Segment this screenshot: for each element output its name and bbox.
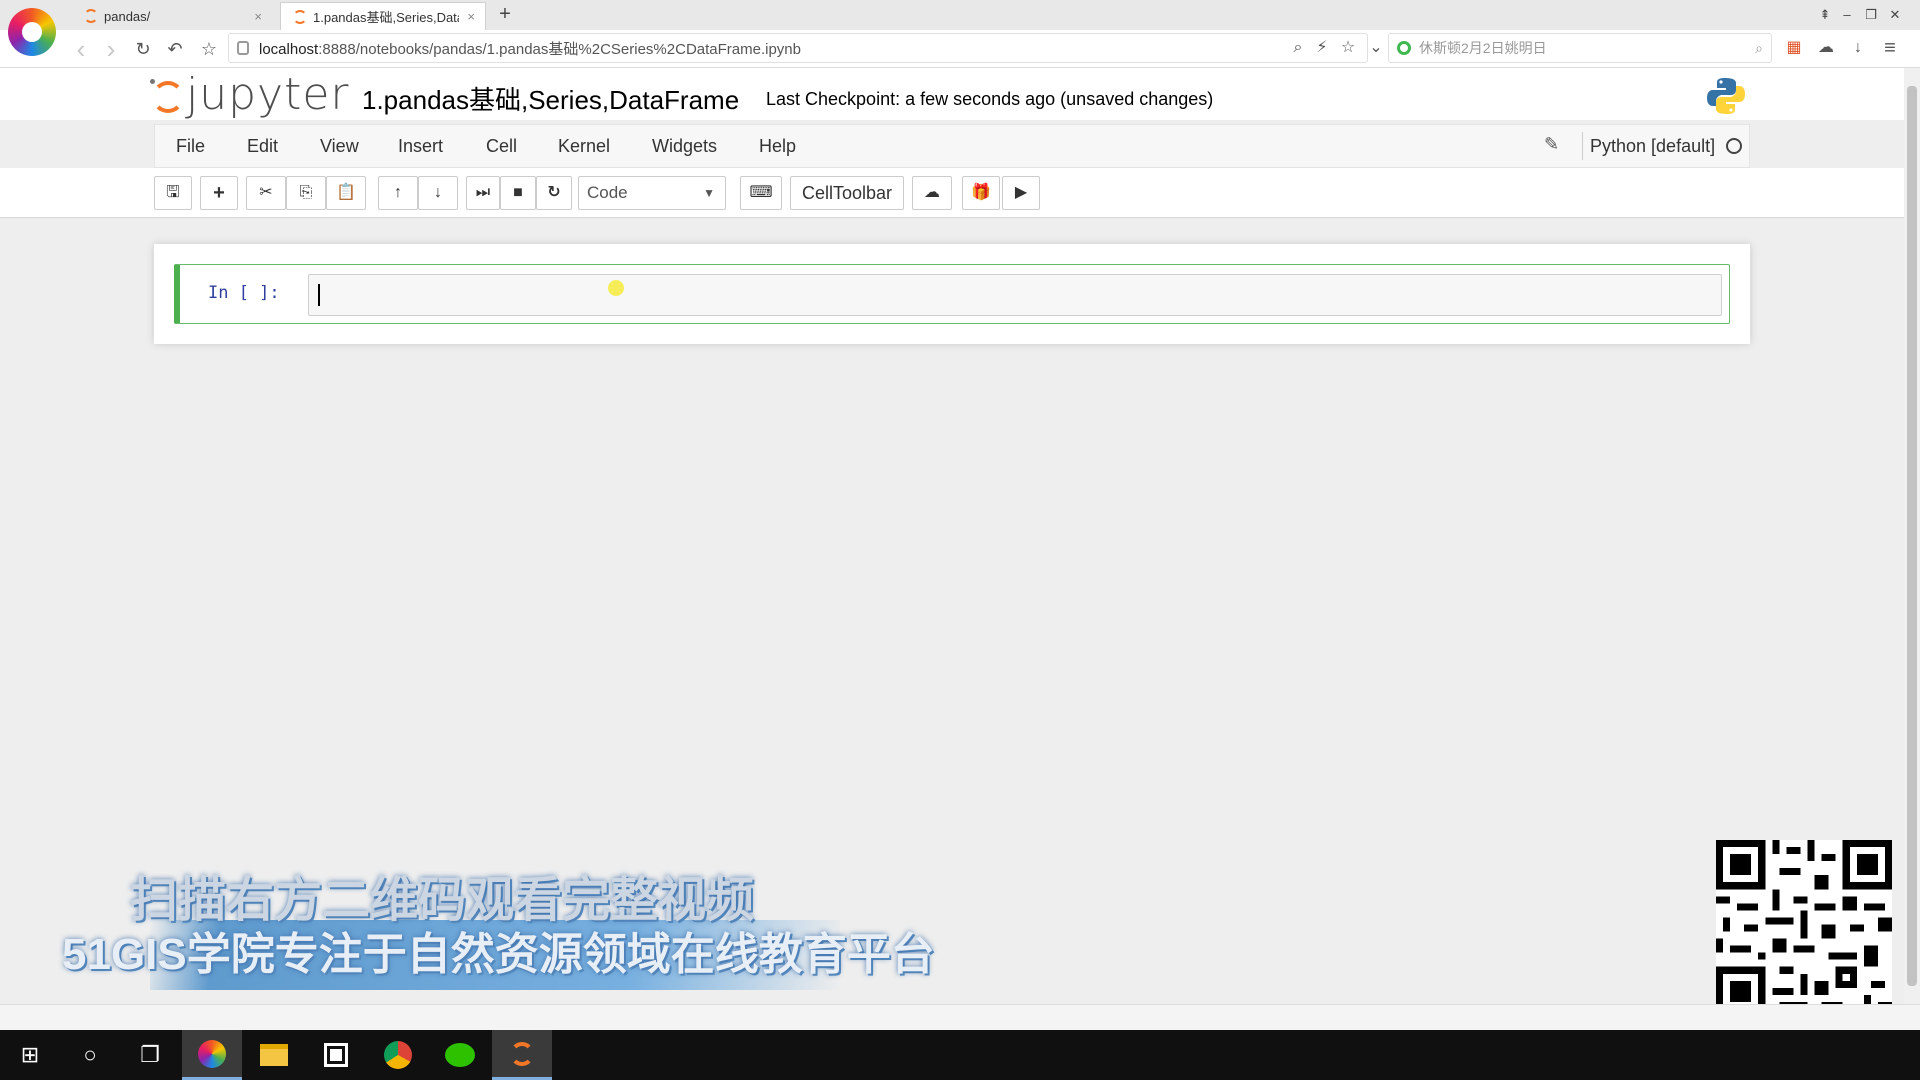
- jupyter-favicon-icon: [84, 9, 98, 23]
- tab-title: pandas/: [104, 8, 151, 24]
- undo-close-button[interactable]: ↶: [162, 36, 188, 62]
- scrollbar-thumb[interactable]: [1907, 86, 1917, 986]
- download-icon[interactable]: ↓: [1846, 36, 1870, 60]
- kernel-name: Python [default]: [1590, 136, 1716, 156]
- bookmark-icon[interactable]: ☆: [1336, 36, 1360, 60]
- menu-kernel[interactable]: Kernel: [558, 124, 610, 168]
- jupyter-favicon-icon: [293, 9, 307, 24]
- qr-code: [1716, 840, 1892, 1016]
- notebook-title[interactable]: 1.pandas基础,Series,DataFrame: [362, 80, 739, 117]
- task-view-icon[interactable]: ❐: [120, 1030, 180, 1080]
- wechat-icon[interactable]: [430, 1030, 490, 1080]
- new-tab-button[interactable]: +: [494, 2, 516, 28]
- copy-button[interactable]: ⎘: [286, 176, 326, 210]
- menu-widgets[interactable]: Widgets: [652, 124, 717, 168]
- insert-cell-button[interactable]: +: [200, 176, 238, 210]
- forward-button[interactable]: ›: [98, 36, 124, 62]
- reload-button[interactable]: ↻: [130, 36, 156, 62]
- chrome-icon[interactable]: [368, 1030, 428, 1080]
- interrupt-button[interactable]: ■: [500, 176, 536, 210]
- address-bar[interactable]: localhost:8888/notebooks/pandas/1.pandas…: [228, 33, 1368, 63]
- python-logo-icon: [1707, 78, 1745, 114]
- menu-file[interactable]: File: [176, 124, 205, 168]
- menu-insert[interactable]: Insert: [398, 124, 443, 168]
- gift-icon[interactable]: 🎁: [962, 176, 1000, 210]
- save-button[interactable]: 🖫: [154, 176, 192, 210]
- menu-edit[interactable]: Edit: [247, 124, 278, 168]
- command-palette-button[interactable]: ⌨: [740, 176, 782, 210]
- jupyter-logo-text: jupyter: [186, 68, 350, 120]
- cut-button[interactable]: ✂: [246, 176, 286, 210]
- run-button[interactable]: ⏭: [466, 176, 500, 210]
- search-placeholder: 休斯顿2月2日姚明日: [1419, 40, 1547, 56]
- code-input[interactable]: [308, 274, 1722, 316]
- minimize-button[interactable]: –: [1836, 4, 1858, 26]
- divider: [1582, 132, 1583, 160]
- page-info-icon[interactable]: [237, 41, 249, 55]
- cloud-icon[interactable]: ☁: [1814, 36, 1838, 60]
- menu-help[interactable]: Help: [759, 124, 796, 168]
- browser-status-bar: [0, 1004, 1920, 1030]
- browser-menu-icon[interactable]: ≡: [1878, 36, 1902, 60]
- text-cursor: [318, 284, 320, 306]
- apps-icon[interactable]: ▦: [1782, 36, 1806, 60]
- search-icon[interactable]: ⌕: [1755, 40, 1763, 57]
- jupyter-icon[interactable]: [492, 1030, 552, 1080]
- pencil-icon[interactable]: ✎: [1544, 134, 1559, 155]
- paste-button[interactable]: 📋: [326, 176, 366, 210]
- pin-icon[interactable]: ⇞: [1814, 4, 1836, 26]
- chevron-down-icon: ▼: [703, 186, 715, 200]
- celltoolbar-button[interactable]: CellToolbar: [790, 176, 904, 210]
- tab-close-icon[interactable]: ×: [467, 9, 475, 24]
- favorite-star-icon[interactable]: ☆: [196, 36, 222, 62]
- store-icon[interactable]: [306, 1030, 366, 1080]
- tab-title: 1.pandas基础,Series,Data: [313, 10, 460, 25]
- flash-icon[interactable]: ⚡: [1310, 36, 1334, 60]
- cell-type-select[interactable]: Code ▼: [578, 176, 726, 210]
- jupyter-logo[interactable]: jupyter: [150, 68, 350, 120]
- jupyter-logo-icon: [150, 75, 184, 113]
- menu-cell[interactable]: Cell: [486, 124, 517, 168]
- file-explorer-icon[interactable]: [244, 1030, 304, 1080]
- restart-button[interactable]: ↻: [536, 176, 572, 210]
- address-url[interactable]: localhost:8888/notebooks/pandas/1.pandas…: [259, 38, 801, 59]
- tab-notebook[interactable]: 1.pandas基础,Series,Data ×: [280, 2, 486, 30]
- search-engine-icon[interactable]: [1397, 41, 1411, 55]
- close-window-button[interactable]: ✕: [1884, 4, 1906, 26]
- search-box[interactable]: 休斯顿2月2日姚明日 ⌕: [1388, 33, 1772, 63]
- menubar: [154, 124, 1750, 168]
- video-icon[interactable]: ▶: [1002, 176, 1040, 210]
- zoom-icon[interactable]: ⌕: [1286, 36, 1310, 60]
- move-up-button[interactable]: ↑: [378, 176, 418, 210]
- upload-icon[interactable]: ☁: [912, 176, 952, 210]
- browser-icon[interactable]: [182, 1030, 242, 1080]
- tab-close-icon[interactable]: ×: [254, 9, 262, 24]
- browser-logo-icon[interactable]: [8, 8, 56, 56]
- input-prompt: In [ ]:: [208, 283, 280, 303]
- kernel-status-icon: [1726, 138, 1742, 154]
- cell-type-value: Code: [587, 183, 628, 202]
- start-button[interactable]: ⊞: [0, 1030, 60, 1080]
- menu-view[interactable]: View: [320, 124, 359, 168]
- mouse-cursor-highlight: [608, 280, 624, 296]
- watermark-line-2: 51GIS学院专注于自然资源领域在线教育平台: [62, 930, 935, 979]
- tab-pandas[interactable]: pandas/ ×: [72, 2, 272, 30]
- checkpoint-status: Last Checkpoint: a few seconds ago (unsa…: [766, 89, 1214, 109]
- back-button[interactable]: ‹: [68, 36, 94, 62]
- restore-button[interactable]: ❐: [1860, 4, 1882, 26]
- address-dropdown-icon[interactable]: ⌄: [1364, 36, 1388, 60]
- search-icon[interactable]: ○: [60, 1030, 120, 1080]
- move-down-button[interactable]: ↓: [418, 176, 458, 210]
